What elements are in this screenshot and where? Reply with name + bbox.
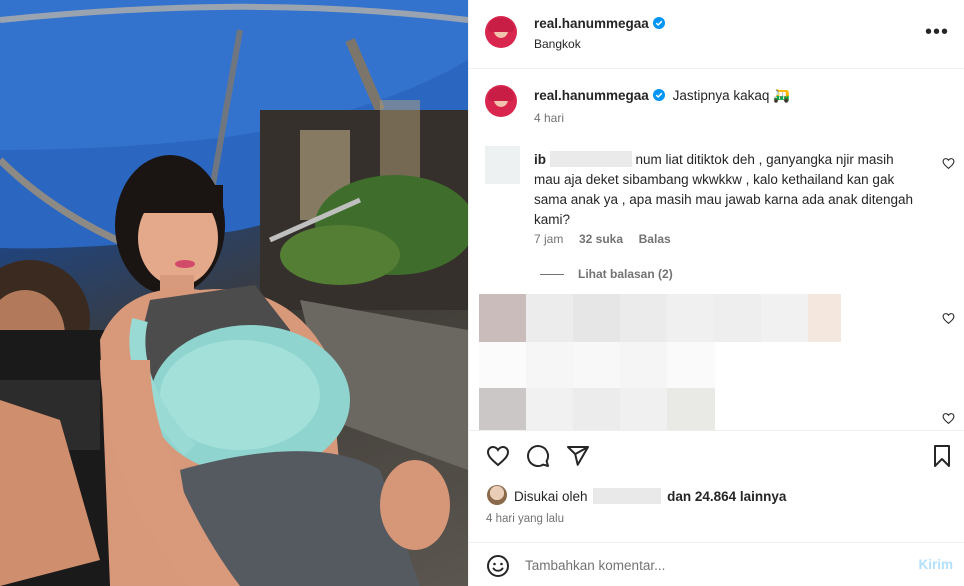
liked-by-count[interactable]: dan 24.864 lainnya [667, 489, 786, 504]
liked-by: Disukai oleh dan 24.864 lainnya [514, 488, 786, 504]
comment-line-3: sama anak ya , apa masih mau jawab karna… [534, 192, 913, 207]
tuk-tuk-emoji: 🛺 [773, 88, 790, 103]
comment-line-1: ib num liat ditiktok deh , ganyangka nji… [534, 150, 914, 170]
comment-text-1: num liat ditiktok deh , ganyangka njir m… [635, 152, 894, 167]
comment-reply-button[interactable]: Balas [639, 232, 671, 246]
blurred-comment-3 [479, 388, 715, 430]
post-photo-illustration [0, 0, 468, 586]
header-location[interactable]: Bangkok [534, 37, 581, 51]
header-username[interactable]: real.hanummegaa [534, 16, 649, 31]
verified-badge-icon [652, 89, 665, 101]
redacted-username [549, 151, 632, 167]
comment-avatar[interactable] [485, 146, 520, 184]
caption-avatar[interactable] [485, 85, 517, 117]
emoji-icon[interactable] [486, 554, 510, 578]
redacted-liker[interactable] [593, 488, 662, 504]
comment-icon[interactable] [526, 444, 550, 468]
comment-line-2: mau aja deket sibambang wkwkkw , kalo ke… [534, 172, 895, 187]
comment-input[interactable] [525, 555, 885, 575]
comment-like-heart-icon[interactable] [942, 312, 955, 325]
post-actions: Disukai oleh dan 24.864 lainnya 4 hari y… [469, 430, 964, 542]
replies-divider [540, 274, 564, 276]
post-photo[interactable] [0, 0, 468, 586]
blurred-comment-2 [479, 342, 715, 388]
comment-body: ib num liat ditiktok deh , ganyangka nji… [534, 150, 914, 230]
post-comment-button[interactable]: Kirim [918, 557, 953, 572]
post-time[interactable]: 4 hari yang lalu [486, 513, 564, 525]
comment-composer: Kirim [469, 542, 964, 586]
caption-text: Jastipnya kakaq [672, 88, 770, 103]
like-heart-icon[interactable] [486, 444, 510, 468]
comment-time[interactable]: 7 jam [534, 232, 563, 246]
post-panel: real.hanummegaa Bangkok ••• real.hanumme… [468, 0, 964, 586]
comment-likes[interactable]: 32 suka [579, 232, 623, 246]
caption-time[interactable]: 4 hari [534, 111, 564, 125]
view-replies[interactable]: Lihat balasan (2) [540, 266, 673, 281]
caption-username[interactable]: real.hanummegaa [534, 88, 649, 103]
share-send-icon[interactable] [566, 444, 590, 468]
comment-like-heart-icon[interactable] [942, 157, 955, 170]
comment-username[interactable]: ib [534, 152, 546, 167]
header-user: real.hanummegaa [534, 16, 665, 31]
save-bookmark-icon[interactable] [930, 444, 954, 468]
post-header: real.hanummegaa Bangkok ••• [469, 0, 964, 69]
verified-badge-icon [652, 17, 665, 29]
comment-meta: 7 jam 32 suka Balas [534, 231, 671, 246]
liked-by-prefix: Disukai oleh [514, 489, 588, 504]
comment-like-heart-icon[interactable] [942, 412, 955, 425]
view-replies-label[interactable]: Lihat balasan (2) [578, 267, 673, 281]
liked-by-avatar[interactable] [487, 485, 507, 505]
caption: real.hanummegaa Jastipnya kakaq 🛺 [534, 88, 790, 104]
comment-line-4: kami? [534, 212, 571, 227]
avatar[interactable] [485, 16, 517, 48]
blurred-comment-1 [479, 294, 841, 342]
more-horizontal-icon[interactable]: ••• [925, 22, 949, 42]
